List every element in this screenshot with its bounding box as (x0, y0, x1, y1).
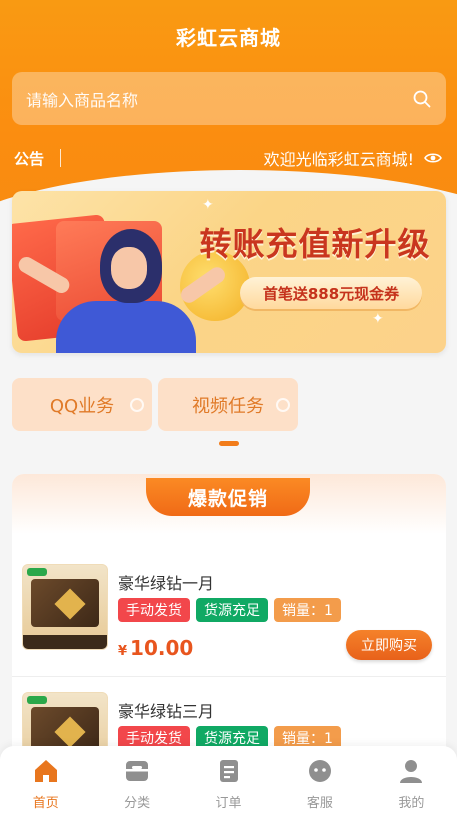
tab-label: 客服 (306, 796, 333, 811)
service-icon (308, 760, 331, 782)
product-name[interactable]: 豪华绿钻一月 (118, 570, 214, 594)
bottom-tab-bar: 首页 分类 订单 客服 我的 (0, 746, 457, 816)
tag-manual-delivery: 手动发货 (118, 598, 190, 622)
qq-logo-icon (27, 696, 47, 704)
promo-section: 爆款促销 豪华绿钻一月 手动发货 货源充足 销量：1 ¥10.00 立即购买 豪… (12, 474, 446, 774)
product-name[interactable]: 豪华绿钻三月 (118, 698, 214, 722)
tab-orders[interactable]: 订单 (183, 746, 274, 816)
price-value: 10.00 (130, 636, 194, 660)
search-bar[interactable]: 请输入商品名称 (12, 72, 446, 125)
tab-label: 首页 (32, 796, 59, 811)
divider (12, 676, 446, 677)
user-icon (400, 760, 423, 783)
category-label: 视频任务 (192, 395, 264, 417)
person-illustration (56, 301, 196, 353)
product-item[interactable]: 豪华绿钻一月 手动发货 货源充足 销量：1 ¥10.00 立即购买 (12, 564, 446, 672)
page-indicator (219, 441, 239, 446)
qq-logo-icon (27, 568, 47, 576)
product-tags: 手动发货 货源充足 销量：1 (118, 598, 341, 622)
category-row: QQ业务 视频任务 (12, 378, 298, 431)
tab-customer-service[interactable]: 客服 (274, 746, 365, 816)
search-icon[interactable] (412, 89, 432, 109)
category-icon (126, 761, 149, 781)
tab-category[interactable]: 分类 (91, 746, 182, 816)
home-icon (34, 760, 57, 782)
tab-label: 订单 (215, 796, 242, 811)
product-thumbnail[interactable] (22, 564, 108, 650)
notice-text: 欢迎光临彩虹云商城! (263, 150, 414, 169)
tag-sales: 销量：1 (274, 598, 341, 622)
banner-headline: 转账充值新升级 (199, 225, 431, 263)
category-video-task[interactable]: 视频任务 (158, 378, 298, 431)
tag-in-stock: 货源充足 (196, 598, 268, 622)
notice-bar[interactable]: 公告 欢迎光临彩虹云商城! (14, 146, 442, 170)
category-qq[interactable]: QQ业务 (12, 378, 152, 431)
promo-banner[interactable]: ✦ ✦ 转账充值新升级 首笔送888元现金券 (12, 191, 446, 353)
category-label: QQ业务 (49, 395, 115, 417)
order-icon (219, 760, 238, 782)
page-title: 彩虹云商城 (176, 26, 281, 50)
notice-label: 公告 (14, 149, 45, 168)
promo-title: 爆款促销 (146, 478, 310, 516)
tab-label: 分类 (124, 796, 151, 811)
circle-icon (130, 398, 144, 412)
search-input[interactable]: 请输入商品名称 (26, 87, 412, 111)
buy-now-button[interactable]: 立即购买 (346, 630, 432, 660)
product-price: ¥10.00 (118, 636, 193, 660)
tab-label: 我的 (398, 796, 425, 811)
banner-subline: 首笔送888元现金券 (240, 277, 422, 309)
circle-icon (276, 398, 290, 412)
currency-symbol: ¥ (118, 644, 128, 659)
eye-icon[interactable] (424, 151, 442, 165)
sparkle-icon: ✦ (202, 197, 214, 213)
tab-home[interactable]: 首页 (0, 746, 91, 816)
tab-profile[interactable]: 我的 (366, 746, 457, 816)
sparkle-icon: ✦ (372, 311, 384, 327)
